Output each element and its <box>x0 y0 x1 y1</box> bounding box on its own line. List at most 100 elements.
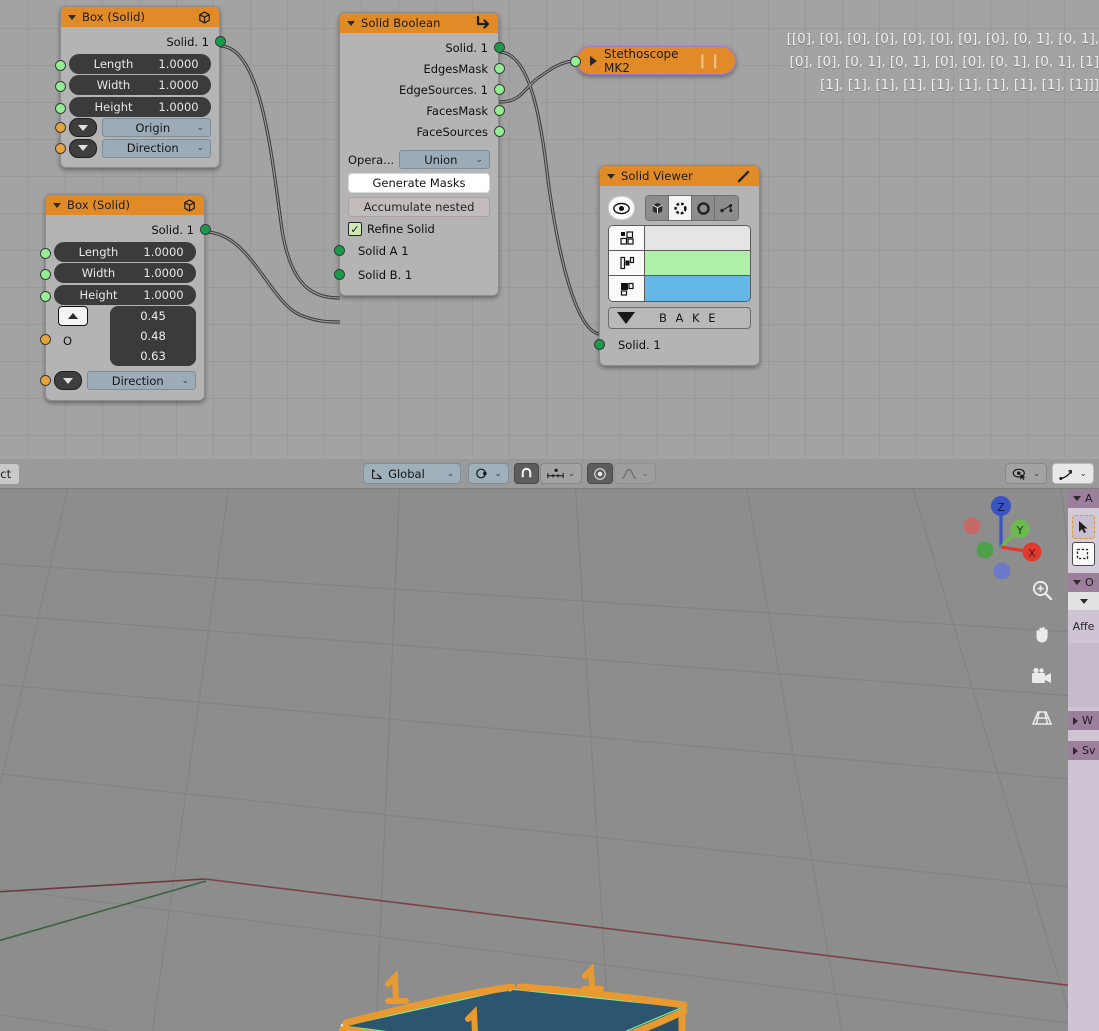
input-solid-a[interactable]: Solid A 1 <box>333 239 498 263</box>
operation-select[interactable]: Union ⌄ <box>399 150 490 169</box>
n-panel-section-w[interactable]: W <box>1068 711 1099 730</box>
navigation-gizmo[interactable]: Z Y X <box>954 484 1044 579</box>
socket-input-solid-b[interactable] <box>333 269 345 280</box>
shaded-cube-icon[interactable] <box>646 196 669 220</box>
direction-select[interactable]: Direction ⌄ <box>87 371 196 390</box>
node-header[interactable]: Box (Solid) <box>46 195 204 215</box>
select-box-button[interactable] <box>1072 542 1095 566</box>
field-height[interactable]: Height 1.0000 <box>54 284 196 305</box>
output-solid[interactable]: Solid. 1 <box>61 31 226 52</box>
node-solid-boolean[interactable]: Solid Boolean Solid. 1 EdgesMask EdgeSou… <box>333 12 505 296</box>
origin-collapse-button[interactable] <box>58 306 88 326</box>
n-panel-section-active[interactable]: A <box>1068 489 1099 508</box>
socket-input-solid-a[interactable] <box>333 245 345 256</box>
viewport-canvas[interactable] <box>0 489 1099 1031</box>
output-solid[interactable]: Solid. 1 <box>340 37 505 58</box>
collapse-triangle-icon[interactable] <box>53 202 61 208</box>
output-facesources[interactable]: FaceSources <box>340 121 505 142</box>
direction-row[interactable]: Direction ⌄ <box>40 371 196 390</box>
viewport-n-panel[interactable]: A O Affe W Sv <box>1068 489 1099 1031</box>
origin-y-value[interactable]: 0.48 <box>110 326 196 346</box>
output-solid[interactable]: Solid. 1 <box>46 219 211 240</box>
socket-input-solid[interactable] <box>593 339 605 350</box>
direction-row[interactable]: Direction ⌄ <box>55 138 211 158</box>
field-length-value[interactable]: 1.0000 <box>131 245 196 259</box>
socket-output-facesources[interactable] <box>493 126 505 137</box>
socket-input-direction[interactable] <box>55 142 66 154</box>
origin-select[interactable]: Origin ⌄ <box>102 118 211 137</box>
node-stethoscope-mk2[interactable]: Stethoscope MK2 ❙❙ <box>570 46 736 75</box>
n-panel-section-options[interactable]: O <box>1068 573 1099 592</box>
node-header[interactable]: Box (Solid) <box>61 7 219 27</box>
input-solid-b[interactable]: Solid B. 1 <box>333 263 498 287</box>
pause-bars-icon[interactable]: ❙❙ <box>697 53 722 69</box>
dashed-circle-icon[interactable] <box>669 196 692 220</box>
eye-icon[interactable] <box>608 196 635 220</box>
operation-row[interactable]: Opera... Union ⌄ <box>348 150 490 169</box>
origin-vector-block[interactable]: O 0.45 0.48 0.63 <box>40 306 196 366</box>
gizmo-neg-z-ball[interactable] <box>993 562 1011 580</box>
visibility-dropdown[interactable]: ⌄ <box>1004 463 1048 484</box>
field-length-row[interactable]: Length 1.0000 <box>54 53 219 74</box>
field-height-value[interactable]: 1.0000 <box>146 100 211 114</box>
node-editor-area[interactable]: Box (Solid) Solid. 1 Length 1.0000 Width… <box>0 0 1099 459</box>
direction-expand-button[interactable] <box>54 371 82 390</box>
socket-output-solid[interactable] <box>199 224 211 235</box>
output-edgesources[interactable]: EdgeSources. 1 <box>340 79 505 100</box>
gizmo-neg-y-ball[interactable] <box>976 541 994 559</box>
proportional-edit-toggle[interactable] <box>587 463 614 484</box>
socket-output-edgesmask[interactable] <box>493 63 505 74</box>
pencil-icon[interactable] <box>735 168 752 185</box>
socket-input-height[interactable] <box>54 102 66 114</box>
socket-input-origin[interactable] <box>55 122 66 133</box>
socket-input-width[interactable] <box>39 269 51 280</box>
socket-input-length[interactable] <box>54 59 66 71</box>
bake-button[interactable]: B A K E <box>608 307 751 329</box>
socket-output-solid[interactable] <box>493 42 505 53</box>
gizmo-neg-x-ball[interactable] <box>963 517 981 535</box>
field-height-value[interactable]: 1.0000 <box>131 288 196 302</box>
generate-masks-button[interactable]: Generate Masks <box>348 173 490 193</box>
vertex-color-swatch[interactable] <box>645 226 750 250</box>
viewer-mode-group[interactable] <box>645 195 739 221</box>
node-box-solid-1[interactable]: Box (Solid) Solid. 1 Length 1.0000 Width… <box>54 6 226 168</box>
edge-color-swatch[interactable] <box>645 251 750 275</box>
zoom-icon[interactable] <box>1031 579 1053 605</box>
field-height-row[interactable]: Height 1.0000 <box>39 284 204 305</box>
socket-input-length[interactable] <box>39 247 51 259</box>
direction-select[interactable]: Direction ⌄ <box>102 138 211 158</box>
field-height[interactable]: Height 1.0000 <box>69 96 211 117</box>
n-panel-subsection[interactable] <box>1068 592 1099 610</box>
field-height-row[interactable]: Height 1.0000 <box>54 96 219 117</box>
viewport-tool-column[interactable] <box>1030 579 1053 731</box>
field-length-row[interactable]: Length 1.0000 <box>39 241 204 262</box>
expand-triangle-icon[interactable] <box>590 55 597 66</box>
node-header[interactable]: Solid Boolean <box>340 13 498 33</box>
n-panel-section-sv[interactable]: Sv <box>1068 741 1099 760</box>
edge-color-row[interactable] <box>609 251 750 276</box>
grid-ortho-icon[interactable] <box>1031 709 1053 731</box>
origin-x-value[interactable]: 0.45 <box>110 306 196 326</box>
viewport-header[interactable]: ject Global ⌄ ⌄ ⌄ <box>0 459 1099 489</box>
falloff-dropdown[interactable]: ⌄ <box>614 463 656 484</box>
collapse-triangle-icon[interactable] <box>607 173 615 179</box>
pivot-point-dropdown[interactable]: ⌄ <box>468 463 509 484</box>
socket-output-edgesources[interactable] <box>493 84 505 95</box>
accumulate-nested-button[interactable]: Accumulate nested <box>348 197 490 217</box>
origin-expand-button[interactable] <box>69 118 97 137</box>
field-length-value[interactable]: 1.0000 <box>146 57 211 71</box>
socket-input-direction[interactable] <box>40 375 51 386</box>
face-color-row[interactable] <box>609 276 750 301</box>
refine-solid-row[interactable]: ✓ Refine Solid <box>348 222 490 236</box>
socket-input-height[interactable] <box>39 290 51 302</box>
filled-circle-icon[interactable] <box>692 196 715 220</box>
field-width-row[interactable]: Width 1.0000 <box>54 75 219 95</box>
output-edgesmask[interactable]: EdgesMask <box>340 58 505 79</box>
field-width-value[interactable]: 1.0000 <box>131 266 196 280</box>
snap-magnet-toggle[interactable] <box>513 463 539 484</box>
input-solid[interactable]: Solid. 1 <box>593 333 759 357</box>
hand-pan-icon[interactable] <box>1031 623 1053 649</box>
snap-target-dropdown[interactable]: ⌄ <box>539 463 583 484</box>
output-facesmask[interactable]: FacesMask <box>340 100 505 121</box>
transform-orientation-dropdown[interactable]: Global ⌄ <box>363 463 462 484</box>
